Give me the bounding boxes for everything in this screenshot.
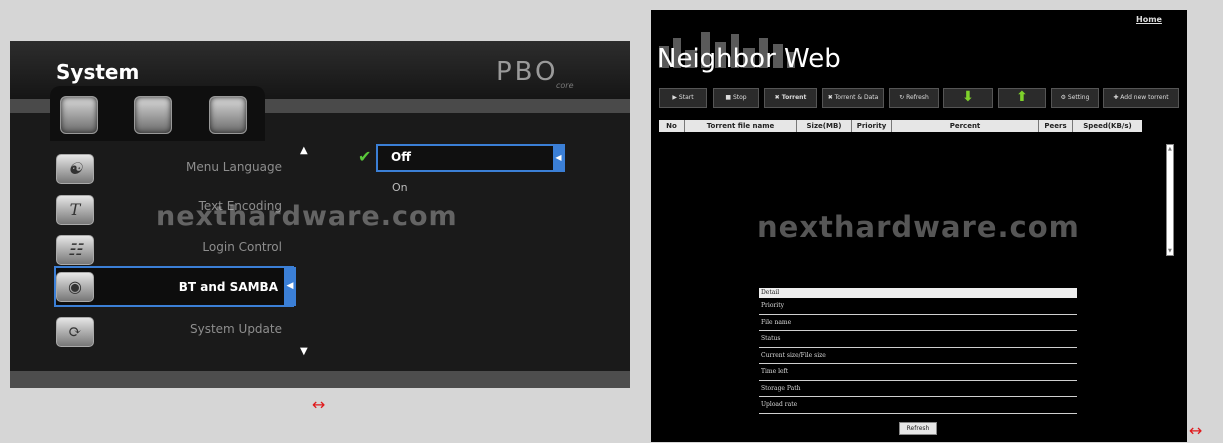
scroll-up-arrow-icon[interactable]: ▲ [1168, 146, 1172, 152]
detail-header: Detail [759, 288, 1077, 298]
col-priority: Priority [852, 120, 892, 132]
col-percent: Percent [892, 120, 1039, 132]
detail-panel: Detail Priority File name Status Current… [759, 288, 1077, 414]
option-off[interactable]: Off [391, 150, 411, 164]
toolbar: ▶ Start ■ Stop ✖ Torrent ✖ Torrent & Dat… [659, 88, 1179, 108]
col-size: Size(MB) [797, 120, 852, 132]
photo-icon[interactable] [134, 96, 172, 134]
col-speed: Speed(KB/s) [1083, 122, 1132, 130]
stop-button[interactable]: ■ Stop [713, 88, 759, 108]
login-control-icon: ☷ [56, 235, 94, 265]
language-icon: ☯ [56, 154, 94, 184]
watermark-left: nexthardware.com [156, 201, 458, 232]
watermark-right: nexthardware.com [757, 210, 1080, 244]
system-update-icon: ⟳ [56, 317, 94, 347]
arrows-icon: ↔ [1189, 421, 1203, 440]
checkmark-icon: ✔ [358, 147, 372, 166]
detail-row-status: Status [759, 331, 1077, 348]
menu-item-login-control[interactable]: Login Control [102, 240, 282, 254]
menu-item-language[interactable]: Menu Language [102, 160, 282, 174]
add-new-torrent-button[interactable]: ✚ Add new torrent [1103, 88, 1179, 108]
scroll-down-arrow-icon[interactable]: ▼ [1168, 248, 1172, 254]
col-torrent-file-name: Torrent file name [685, 120, 797, 132]
detail-row-storage-path: Storage Path [759, 381, 1077, 397]
torrent-table-header: No Torrent file name Size(MB) Priority P… [659, 120, 1142, 132]
settings-icon[interactable] [209, 96, 247, 134]
scroll-down-icon[interactable]: ▼ [300, 346, 308, 357]
pbo-logo: PBO [496, 57, 559, 87]
setting-button[interactable]: ⚙ Setting [1051, 88, 1099, 108]
col-no: No [659, 120, 685, 132]
globe-icon: ◉ [56, 272, 94, 302]
neighbor-web-screen: Home Neighbor Web ▶ Start ■ Stop ✖ Torre… [651, 10, 1187, 442]
detail-refresh-button[interactable]: Refresh [899, 422, 937, 435]
footer-bar [10, 371, 630, 388]
col-peers: Peers [1039, 120, 1073, 132]
table-scrollbar[interactable]: ▲ ▼ [1166, 144, 1174, 256]
remove-torrent-button[interactable]: ✖ Torrent [764, 88, 817, 108]
menu-item-system-update[interactable]: System Update [102, 322, 282, 336]
video-icon[interactable] [60, 96, 98, 134]
option-on[interactable]: On [392, 181, 408, 194]
system-menu-screen: System PBO core ▲ ☯ Menu Language T Text… [10, 41, 630, 388]
arrows-icon: ↔ [312, 395, 326, 414]
start-button[interactable]: ▶ Start [659, 88, 707, 108]
remove-torrent-data-button[interactable]: ✖ Torrent & Data [822, 88, 884, 108]
chevron-left-icon: ◀ [284, 267, 296, 306]
detail-row-time-left: Time left [759, 364, 1077, 381]
system-title: System [56, 60, 140, 84]
menu-item-bt-samba[interactable]: BT and SAMBA [106, 280, 278, 294]
detail-row-file-name: File name [759, 315, 1077, 331]
home-link[interactable]: Home [1136, 15, 1162, 24]
arrow-down-icon[interactable]: ⬇ [943, 88, 993, 108]
detail-row-priority: Priority [759, 298, 1077, 315]
pbo-logo-sub: core [556, 81, 574, 90]
neighbor-web-title: Neighbor Web [657, 44, 841, 74]
text-encoding-icon: T [56, 195, 94, 225]
scroll-up-icon[interactable]: ▲ [300, 145, 308, 156]
detail-row-upload-rate: Upload rate [759, 397, 1077, 414]
refresh-button[interactable]: ↻ Refresh [889, 88, 939, 108]
arrow-up-icon[interactable]: ⬆ [998, 88, 1046, 108]
option-chevron-left-icon: ◀ [553, 145, 564, 171]
detail-row-size: Current size/File size [759, 348, 1077, 364]
